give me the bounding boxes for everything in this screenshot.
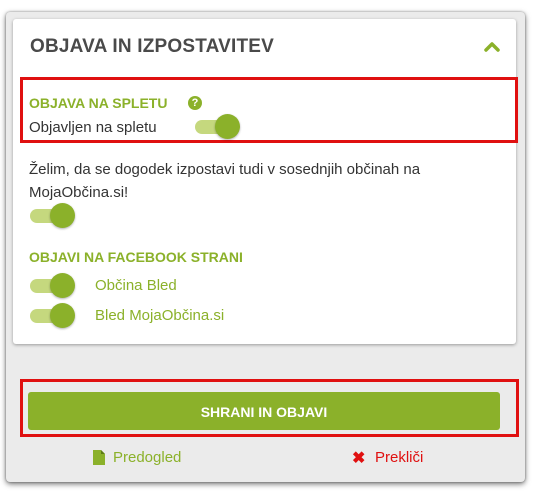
toggle-knob [215, 114, 240, 139]
facebook-page-label: Občina Bled [95, 277, 177, 294]
publish-toggle-label: Objavljen na spletu [29, 119, 157, 136]
facebook-page-toggle[interactable] [28, 272, 78, 298]
chevron-up-icon[interactable] [484, 40, 500, 52]
cancel-link[interactable]: Prekliči [375, 449, 423, 466]
facebook-section-title: OBJAVI NA FACEBOOK STRANI [29, 249, 243, 265]
neighbors-text-line1: Želim, da se dogodek izpostavi tudi v so… [29, 161, 421, 178]
save-and-publish-button[interactable]: SHRANI IN OBJAVI [28, 392, 500, 430]
toggle-knob [50, 303, 75, 328]
preview-link[interactable]: Predogled [113, 449, 181, 466]
neighbors-toggle[interactable] [28, 202, 78, 228]
panel-title: OBJAVA IN IZPOSTAVITEV [30, 36, 275, 57]
question-circle-icon[interactable]: ? [188, 96, 202, 110]
close-icon: ✖ [352, 450, 366, 467]
toggle-knob [50, 273, 75, 298]
publish-section-title: OBJAVA NA SPLETU [29, 95, 168, 111]
publish-online-toggle[interactable] [193, 113, 243, 139]
facebook-page-label: Bled MojaObčina.si [95, 307, 225, 324]
toggle-knob [50, 203, 75, 228]
facebook-page-toggle[interactable] [28, 302, 78, 328]
neighbors-text-line2: MojaObčina.si! [29, 184, 129, 201]
document-icon [93, 450, 105, 465]
